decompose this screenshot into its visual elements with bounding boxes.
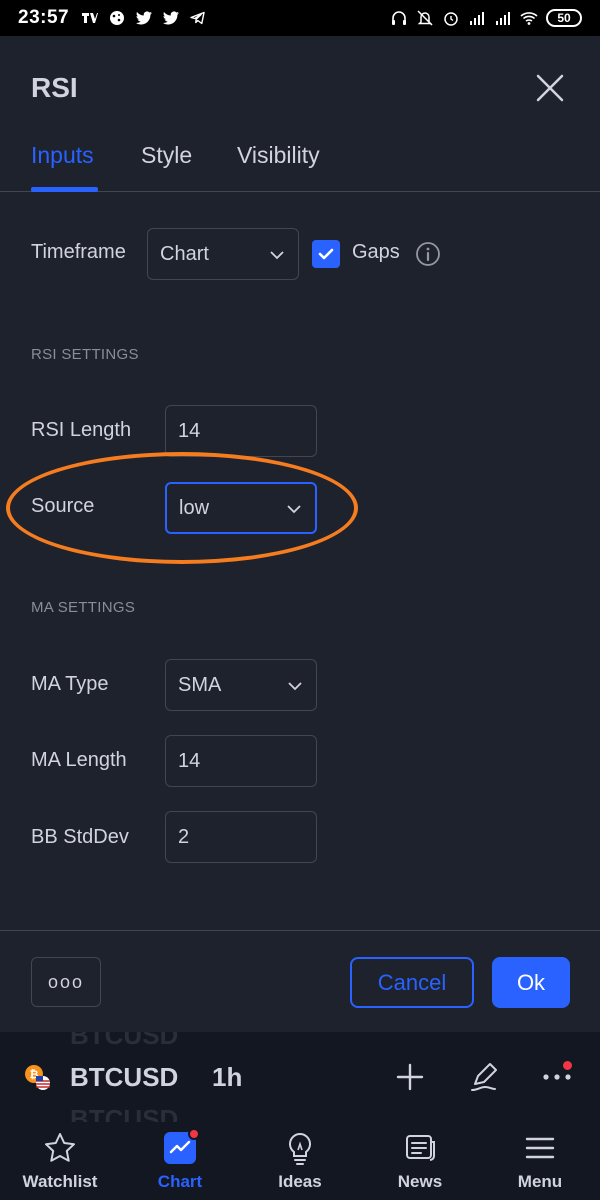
- dialog-title: RSI: [31, 72, 78, 103]
- more-options-button[interactable]: ooo: [31, 957, 101, 1007]
- news-icon: [402, 1130, 438, 1166]
- ok-button[interactable]: Ok: [492, 957, 570, 1008]
- nav-item-ideas[interactable]: Ideas: [240, 1122, 360, 1200]
- status-bar: 23:57 50: [0, 0, 600, 36]
- chevron-down-icon: [285, 500, 303, 518]
- timeframe-value: Chart: [160, 242, 209, 265]
- tradingview-icon: [81, 9, 99, 27]
- nav-label-news: News: [397, 1172, 443, 1191]
- timeframe-select[interactable]: Chart: [147, 228, 299, 280]
- dialog-tabs: Inputs Style Visibility: [0, 136, 600, 192]
- source-value: low: [179, 496, 210, 519]
- indicator-settings-dialog: RSI Inputs Style Visibility Timeframe Ch…: [0, 36, 600, 1032]
- nav-item-watchlist[interactable]: Watchlist: [0, 1122, 120, 1200]
- ma-type-label: MA Type: [31, 673, 109, 695]
- notification-dot: [563, 1061, 572, 1070]
- signal-icon: [494, 9, 512, 27]
- twitter-icon: [135, 9, 153, 27]
- headphones-icon: [390, 9, 408, 27]
- nav-label-menu: Menu: [517, 1172, 563, 1191]
- nav-label-watchlist: Watchlist: [22, 1172, 98, 1191]
- bb-stddev-value: 2: [178, 825, 190, 848]
- bottom-navigation: Watchlist Chart Ideas News Menu: [0, 1122, 600, 1200]
- source-label: Source: [31, 495, 95, 517]
- chevron-down-icon: [268, 246, 286, 264]
- close-button[interactable]: [532, 70, 568, 106]
- notification-dot: [188, 1128, 200, 1140]
- gaps-checkbox[interactable]: [312, 240, 340, 268]
- info-icon[interactable]: [414, 240, 442, 268]
- source-select[interactable]: low: [165, 482, 317, 534]
- symbol-name[interactable]: BTCUSD: [70, 1062, 178, 1093]
- status-right-icons: 50: [390, 9, 582, 27]
- ma-length-input[interactable]: 14: [165, 735, 317, 787]
- bb-stddev-input[interactable]: 2: [165, 811, 317, 863]
- cancel-button[interactable]: Cancel: [350, 957, 474, 1008]
- status-time: 23:57: [18, 7, 70, 28]
- rsi-length-value: 14: [178, 419, 201, 442]
- ma-length-value: 14: [178, 749, 201, 772]
- star-icon: [42, 1130, 78, 1166]
- close-icon: [536, 74, 564, 102]
- ma-length-label: MA Length: [31, 749, 127, 771]
- alarm-icon: [442, 9, 460, 27]
- bb-stddev-label: BB StdDev: [31, 826, 129, 848]
- add-icon[interactable]: [393, 1060, 427, 1094]
- signal-icon: [468, 9, 486, 27]
- ma-type-value: SMA: [178, 673, 222, 696]
- interval-selector[interactable]: 1h: [212, 1062, 242, 1093]
- nav-item-news[interactable]: News: [360, 1122, 480, 1200]
- tab-style[interactable]: Style: [141, 142, 192, 169]
- cookie-icon: [108, 9, 126, 27]
- checkmark-icon: [318, 248, 334, 260]
- gaps-label: Gaps: [352, 241, 400, 263]
- active-tab-indicator: [31, 187, 98, 192]
- nav-label-ideas: Ideas: [278, 1172, 322, 1191]
- nav-label-chart: Chart: [157, 1172, 203, 1191]
- battery-indicator: 50: [546, 9, 582, 27]
- chevron-down-icon: [286, 677, 304, 695]
- symbol-bar: BTCUSD BTCUSD ₿ BTCUSD 1h: [0, 1032, 600, 1122]
- ghost-symbol-text: BTCUSD: [70, 1032, 179, 1050]
- ghost-symbol-text: BTCUSD: [70, 1104, 179, 1122]
- nav-item-menu[interactable]: Menu: [480, 1122, 600, 1200]
- lightbulb-icon: [282, 1130, 318, 1166]
- drawing-pen-icon[interactable]: [467, 1060, 501, 1094]
- bitcoin-icon: ₿: [24, 1064, 50, 1090]
- rsi-settings-header: RSI SETTINGS: [31, 346, 139, 363]
- nav-item-chart[interactable]: Chart: [120, 1122, 240, 1200]
- status-left-icons: [81, 9, 207, 27]
- twitter-icon: [162, 9, 180, 27]
- telegram-icon: [189, 9, 207, 27]
- tab-visibility[interactable]: Visibility: [237, 142, 320, 169]
- mute-icon: [416, 9, 434, 27]
- menu-icon: [522, 1130, 558, 1166]
- ma-settings-header: MA SETTINGS: [31, 599, 136, 616]
- wifi-icon: [520, 9, 538, 27]
- rsi-length-label: RSI Length: [31, 419, 132, 441]
- ma-type-select[interactable]: SMA: [165, 659, 317, 711]
- timeframe-label: Timeframe: [31, 241, 126, 263]
- tab-inputs[interactable]: Inputs: [31, 142, 94, 169]
- rsi-length-input[interactable]: 14: [165, 405, 317, 457]
